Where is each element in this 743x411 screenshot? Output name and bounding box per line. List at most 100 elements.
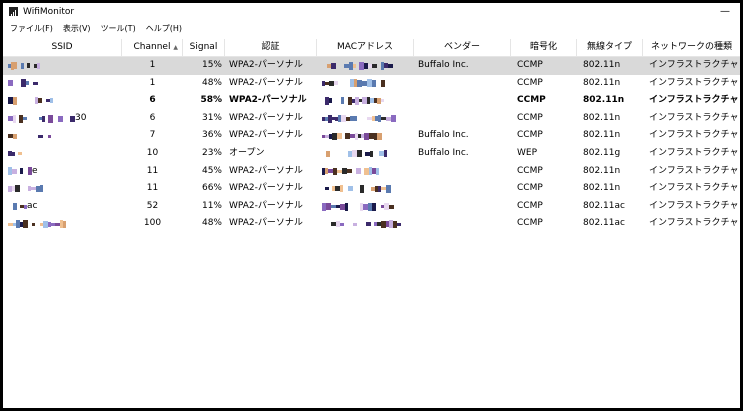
table-row[interactable]: 30 6 31% WPA2-パーソナル CCMP 802.11n インフラストラクチャ: [3, 110, 740, 128]
vendor-cell: [414, 180, 511, 198]
encryption-cell: CCMP: [517, 77, 543, 88]
encryption-cell: CCMP: [517, 60, 543, 70]
table-row[interactable]: 1 15% WPA2-パーソナル Buffalo Inc. CCMP 802.11n インフ…: [3, 57, 740, 75]
table-row[interactable]: 1 48% WPA2-パーソナル CCMP 802.11n インフラストラクチャ: [3, 75, 740, 93]
column-header-radio-type[interactable]: 無線タイプ: [577, 39, 643, 56]
mac-cell: [317, 110, 414, 128]
ssid-text: ac: [27, 200, 38, 211]
radio-type-cell: 802.11ac: [583, 218, 625, 229]
ssid-cell: [3, 127, 122, 145]
vendor-cell: [414, 215, 511, 233]
table-row[interactable]: ac 52 11% WPA2-パーソナル CCMP 802.11ac インフラストラクチャ: [3, 198, 740, 216]
table-row[interactable]: e 11 45% WPA2-パーソナル CCMP 802.11n インフラストラクチャ: [3, 163, 740, 181]
auth-cell: WPA2-パーソナル: [229, 95, 307, 106]
table-row[interactable]: 10 23% オープン Buffalo Inc. WEP 802.11g インフラストラクチ…: [3, 145, 740, 163]
radio-type-cell: 802.11n: [583, 183, 621, 194]
redacted-mosaic: [8, 163, 32, 181]
channel-cell: 11: [146, 183, 159, 194]
encryption-cell: CCMP: [517, 95, 546, 106]
menu-view[interactable]: 表示(V): [63, 23, 91, 34]
network-type-cell: インフラストラクチャ: [649, 147, 739, 158]
signal-cell: 23%: [201, 147, 222, 158]
network-type-cell: インフラストラクチャ: [649, 112, 739, 123]
signal-cell: 58%: [200, 95, 222, 106]
minimize-button[interactable]: —: [710, 3, 740, 20]
network-type-cell: インフラストラクチャ: [649, 183, 739, 194]
auth-cell: WPA2-パーソナル: [229, 60, 303, 70]
radio-type-cell: 802.11ac: [583, 200, 625, 211]
column-header-signal[interactable]: Signal: [183, 39, 225, 56]
redacted-mosaic: [322, 215, 401, 233]
redacted-mosaic: [8, 127, 51, 145]
encryption-cell: CCMP: [517, 183, 543, 194]
menu-tools[interactable]: ツール(T): [101, 23, 136, 34]
column-header-vendor[interactable]: ベンダー: [414, 39, 511, 56]
redacted-mosaic: [8, 180, 47, 198]
auth-cell: オープン: [229, 147, 265, 158]
sort-ascending-icon: ▲: [173, 44, 178, 51]
redacted-mosaic: [8, 198, 27, 216]
channel-cell: 11: [146, 165, 159, 176]
radio-type-cell: 802.11n: [583, 112, 621, 123]
ssid-cell: 30: [3, 110, 122, 128]
radio-type-cell: 802.11g: [583, 147, 621, 158]
redacted-mosaic: [322, 75, 385, 93]
redacted-mosaic: [8, 215, 66, 233]
encryption-cell: CCMP: [517, 130, 543, 141]
ssid-text: e: [32, 165, 38, 176]
radio-type-cell: 802.11n: [583, 165, 621, 176]
signal-cell: 66%: [201, 183, 222, 194]
redacted-mosaic: [8, 57, 45, 75]
window-title: WifiMonitor: [23, 6, 75, 17]
mac-cell: [317, 215, 414, 233]
column-header-auth[interactable]: 認証: [225, 39, 317, 56]
redacted-mosaic: [322, 163, 384, 181]
column-header-channel[interactable]: Channel ▲: [122, 39, 183, 56]
column-header-mac[interactable]: MACアドレス: [317, 39, 414, 56]
ssid-cell: [3, 180, 122, 198]
network-type-cell: インフラストラクチャ: [649, 165, 739, 176]
column-header-encryption[interactable]: 暗号化: [511, 39, 577, 56]
menu-file[interactable]: ファイル(F): [10, 23, 53, 34]
mac-cell: [317, 198, 414, 216]
auth-cell: WPA2-パーソナル: [229, 165, 303, 176]
radio-type-cell: 802.11n: [583, 60, 621, 70]
auth-cell: WPA2-パーソナル: [229, 183, 303, 194]
wifi-app-icon: [9, 7, 18, 16]
app-window: WifiMonitor — ファイル(F) 表示(V) ツール(T) ヘルプ(H…: [3, 3, 740, 408]
mac-cell: [317, 180, 414, 198]
table-row[interactable]: 11 66% WPA2-パーソナル CCMP 802.11n インフラストラクチャ: [3, 180, 740, 198]
encryption-cell: CCMP: [517, 165, 543, 176]
mac-cell: [317, 127, 414, 145]
menu-bar: ファイル(F) 表示(V) ツール(T) ヘルプ(H): [3, 20, 740, 36]
menu-help[interactable]: ヘルプ(H): [146, 23, 182, 34]
ssid-text: 30: [75, 112, 87, 123]
channel-cell: 6: [149, 95, 156, 106]
redacted-mosaic: [322, 57, 393, 75]
network-type-cell: インフラストラクチャ: [649, 200, 739, 211]
encryption-cell: WEP: [517, 147, 538, 158]
channel-cell: 52: [146, 200, 159, 211]
ssid-cell: [3, 57, 122, 75]
table-row[interactable]: 100 48% WPA2-パーソナル CCMP 802.11ac インフラストラクチャ: [3, 215, 740, 233]
mac-cell: [317, 92, 414, 110]
redacted-mosaic: [8, 75, 38, 93]
vendor-cell: [414, 75, 511, 93]
network-type-cell: インフラストラクチャ: [649, 130, 739, 141]
table-row[interactable]: 7 36% WPA2-パーソナル Buffalo Inc. CCMP 802.11n インフ…: [3, 127, 740, 145]
encryption-cell: CCMP: [517, 200, 543, 211]
signal-cell: 48%: [201, 218, 222, 229]
column-header-ssid[interactable]: SSID: [3, 39, 122, 56]
channel-cell: 7: [149, 130, 156, 141]
redacted-mosaic: [8, 145, 29, 163]
column-header-network-type[interactable]: ネットワークの種類: [643, 39, 740, 56]
network-type-cell: インフラストラクチャ: [649, 77, 739, 88]
redacted-mosaic: [322, 145, 395, 163]
table-row[interactable]: 6 58% WPA2-パーソナル CCMP 802.11n インフラストラクチャ: [3, 92, 740, 110]
redacted-mosaic: [8, 92, 53, 110]
title-bar: WifiMonitor —: [3, 3, 740, 20]
redacted-mosaic: [322, 110, 396, 128]
redacted-mosaic: [322, 180, 391, 198]
auth-cell: WPA2-パーソナル: [229, 218, 303, 229]
encryption-cell: CCMP: [517, 112, 543, 123]
